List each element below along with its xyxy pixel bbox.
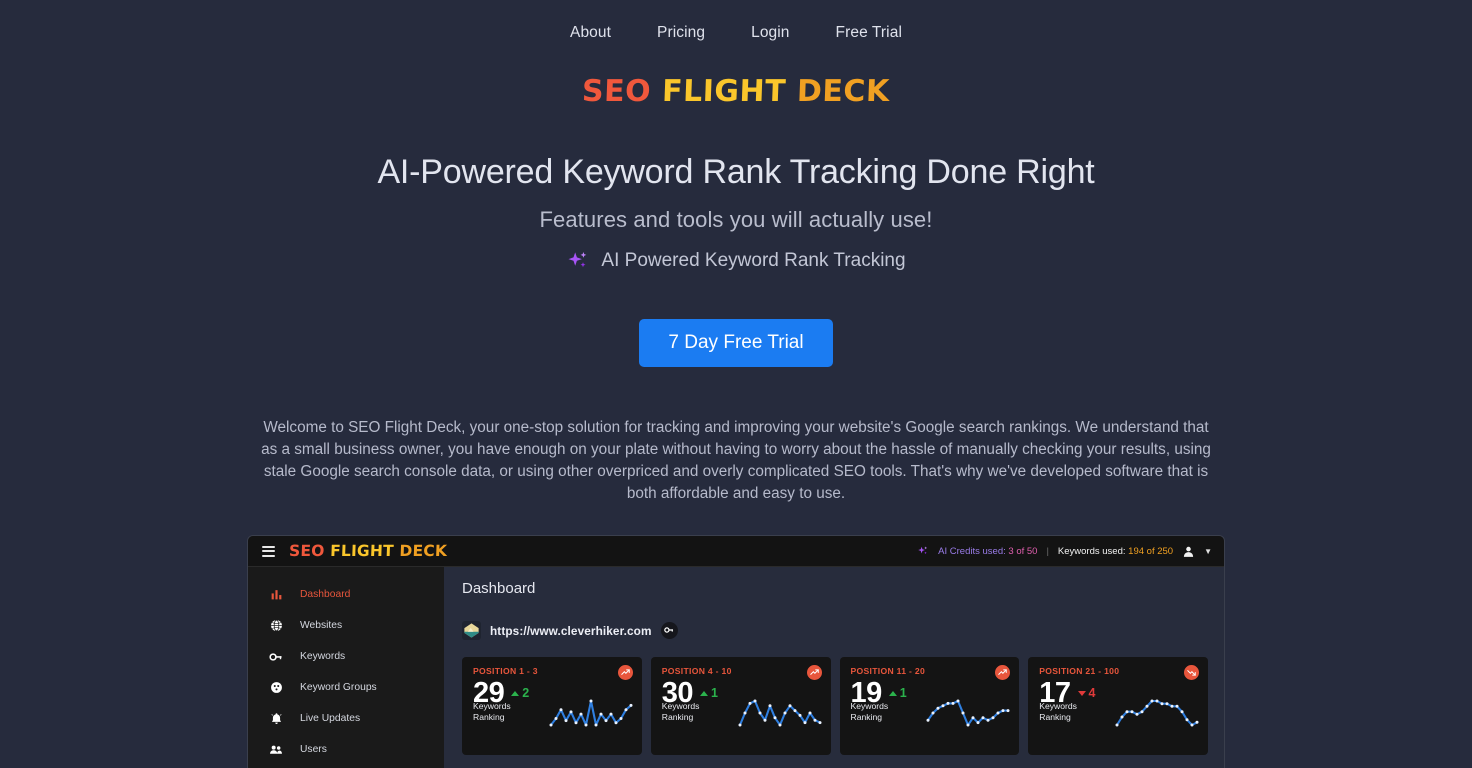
sidebar-item-dashboard[interactable]: Dashboard — [248, 579, 444, 610]
dashboard-heading: Dashboard — [462, 580, 536, 597]
ai-credits-label: AI Credits used: — [938, 545, 1006, 557]
sidebar-item-websites[interactable]: Websites — [248, 610, 444, 641]
key-icon — [664, 622, 674, 640]
stat-card-delta: 4 — [1077, 686, 1096, 700]
sparkline-chart — [548, 698, 634, 733]
logo-word-flight: FLIGHT — [661, 74, 787, 109]
stat-card[interactable]: POSITION 21 - 100 17 4 Keywords Ranking — [1028, 657, 1208, 755]
trend-down-icon — [1184, 665, 1199, 680]
sparkline-chart — [1114, 698, 1200, 733]
sparkle-icon — [917, 545, 929, 557]
stat-card-title: POSITION 21 - 100 — [1039, 666, 1120, 676]
logo-word-seo: SEO — [581, 74, 652, 109]
triangle-up-icon — [700, 690, 709, 696]
sidebar-item-live-updates[interactable]: Live Updates — [248, 703, 444, 734]
keywords-used-label: Keywords used: — [1057, 545, 1126, 557]
free-trial-button[interactable]: 7 Day Free Trial — [639, 318, 833, 367]
stat-card-delta-value: 2 — [522, 686, 530, 700]
key-icon — [269, 650, 283, 664]
hero-section: AI-Powered Keyword Rank Tracking Done Ri… — [0, 151, 1472, 273]
app-main-content: Dashboard https://www.cleverhiker.com PO… — [444, 567, 1224, 768]
trend-up-icon — [806, 665, 822, 680]
topbar-divider: | — [1046, 545, 1049, 557]
trend-up-icon — [617, 665, 633, 680]
users-icon — [269, 743, 283, 757]
site-url-label: https://www.cleverhiker.com — [490, 623, 652, 638]
stat-card-delta-value: 4 — [1088, 686, 1096, 700]
ai-feature-line: AI Powered Keyword Rank Tracking — [0, 249, 1472, 273]
app-logo-word-seo: SEO — [288, 542, 325, 560]
stat-card-title: POSITION 11 - 20 — [850, 666, 926, 676]
top-navigation: About Pricing Login Free Trial — [0, 0, 1472, 44]
stat-card-delta: 2 — [511, 686, 529, 700]
groups-icon — [269, 681, 283, 695]
trend-up-icon — [995, 665, 1011, 680]
user-avatar-icon[interactable] — [1182, 545, 1195, 558]
sidebar-item-keyword-groups[interactable]: Keyword Groups — [248, 672, 444, 703]
stat-card-delta: 1 — [888, 686, 907, 700]
intro-paragraph: Welcome to SEO Flight Deck, your one-sto… — [261, 418, 1211, 503]
sidebar-label-keywords: Keywords — [300, 651, 346, 662]
sidebar-label-users: Users — [300, 744, 327, 755]
nav-item-login[interactable]: Login — [751, 24, 789, 42]
sidebar-label-keyword-groups: Keyword Groups — [300, 682, 377, 693]
ai-credits-value: 3 of 50 — [1008, 545, 1038, 557]
page-subtitle: Features and tools you will actually use… — [539, 206, 933, 232]
nav-item-free-trial[interactable]: Free Trial — [836, 24, 902, 42]
stat-card-title: POSITION 1 - 3 — [473, 666, 538, 676]
site-selector-row: https://www.cleverhiker.com — [462, 621, 1208, 640]
sparkle-icon — [566, 249, 590, 273]
stat-card-delta-value: 1 — [711, 686, 718, 700]
topbar-right-group: AI Credits used: 3 of 50 | Keywords used… — [917, 545, 1212, 558]
sidebar-item-users[interactable]: Users — [248, 734, 444, 765]
sidebar-label-dashboard: Dashboard — [300, 589, 351, 600]
globe-icon — [269, 619, 283, 633]
app-logo-word-flight: FLIGHT — [329, 542, 395, 560]
hamburger-icon[interactable] — [262, 545, 275, 557]
sidebar-label-websites: Websites — [300, 620, 343, 631]
app-logo-word-deck: DECK — [399, 542, 448, 560]
page-title: AI-Powered Keyword Rank Tracking Done Ri… — [377, 153, 1095, 191]
dashboard-screenshot: SEO FLIGHT DECK AI Credits used: 3 of 50… — [248, 536, 1224, 768]
keywords-used-value: 194 — [1128, 545, 1145, 557]
app-topbar: SEO FLIGHT DECK AI Credits used: 3 of 50… — [248, 536, 1224, 567]
sidebar-label-live-updates: Live Updates — [300, 713, 361, 724]
app-body: Dashboard Websites Keywords Keyword Grou… — [248, 567, 1224, 768]
stat-card[interactable]: POSITION 1 - 3 29 2 Keywords Ranking — [462, 657, 642, 755]
triangle-up-icon — [888, 690, 897, 696]
app-sidebar: Dashboard Websites Keywords Keyword Grou… — [248, 567, 444, 768]
logo-word-deck: DECK — [796, 74, 891, 109]
mountain-favicon — [462, 621, 481, 640]
app-logo[interactable]: SEO FLIGHT DECK — [289, 542, 448, 560]
nav-item-pricing[interactable]: Pricing — [657, 24, 705, 42]
triangle-up-icon — [511, 690, 520, 696]
stat-card-title: POSITION 4 - 10 — [661, 666, 732, 676]
chevron-down-icon[interactable]: ▼ — [1204, 547, 1212, 556]
bar-chart-icon — [269, 588, 283, 602]
keywords-used-total: of 250 — [1146, 545, 1174, 557]
sidebar-item-keywords[interactable]: Keywords — [248, 641, 444, 672]
ai-credits-status: AI Credits used: 3 of 50 — [938, 546, 1037, 557]
cta-wrapper: 7 Day Free Trial — [0, 318, 1472, 367]
stat-card-delta: 1 — [700, 686, 718, 700]
brand-logo[interactable]: SEO FLIGHT DECK — [582, 74, 891, 109]
triangle-down-icon — [1077, 690, 1086, 696]
stat-card[interactable]: POSITION 4 - 10 30 1 Keywords Ranking — [650, 657, 831, 755]
bell-icon — [269, 712, 283, 726]
stat-card[interactable]: POSITION 11 - 20 19 1 Keywords Ranking — [839, 657, 1020, 755]
nav-item-about[interactable]: About — [570, 24, 611, 42]
ai-feature-label: AI Powered Keyword Rank Tracking — [601, 249, 906, 271]
stat-cards-row: POSITION 1 - 3 29 2 Keywords Ranking POS… — [462, 657, 1208, 755]
site-key-button[interactable] — [660, 622, 678, 640]
sparkline-chart — [737, 698, 823, 733]
keywords-used-status: Keywords used: 194 of 250 — [1058, 546, 1173, 557]
stat-card-delta-value: 1 — [899, 686, 907, 700]
sparkline-chart — [925, 698, 1011, 733]
brand-logo-wrapper: SEO FLIGHT DECK — [0, 74, 1472, 109]
